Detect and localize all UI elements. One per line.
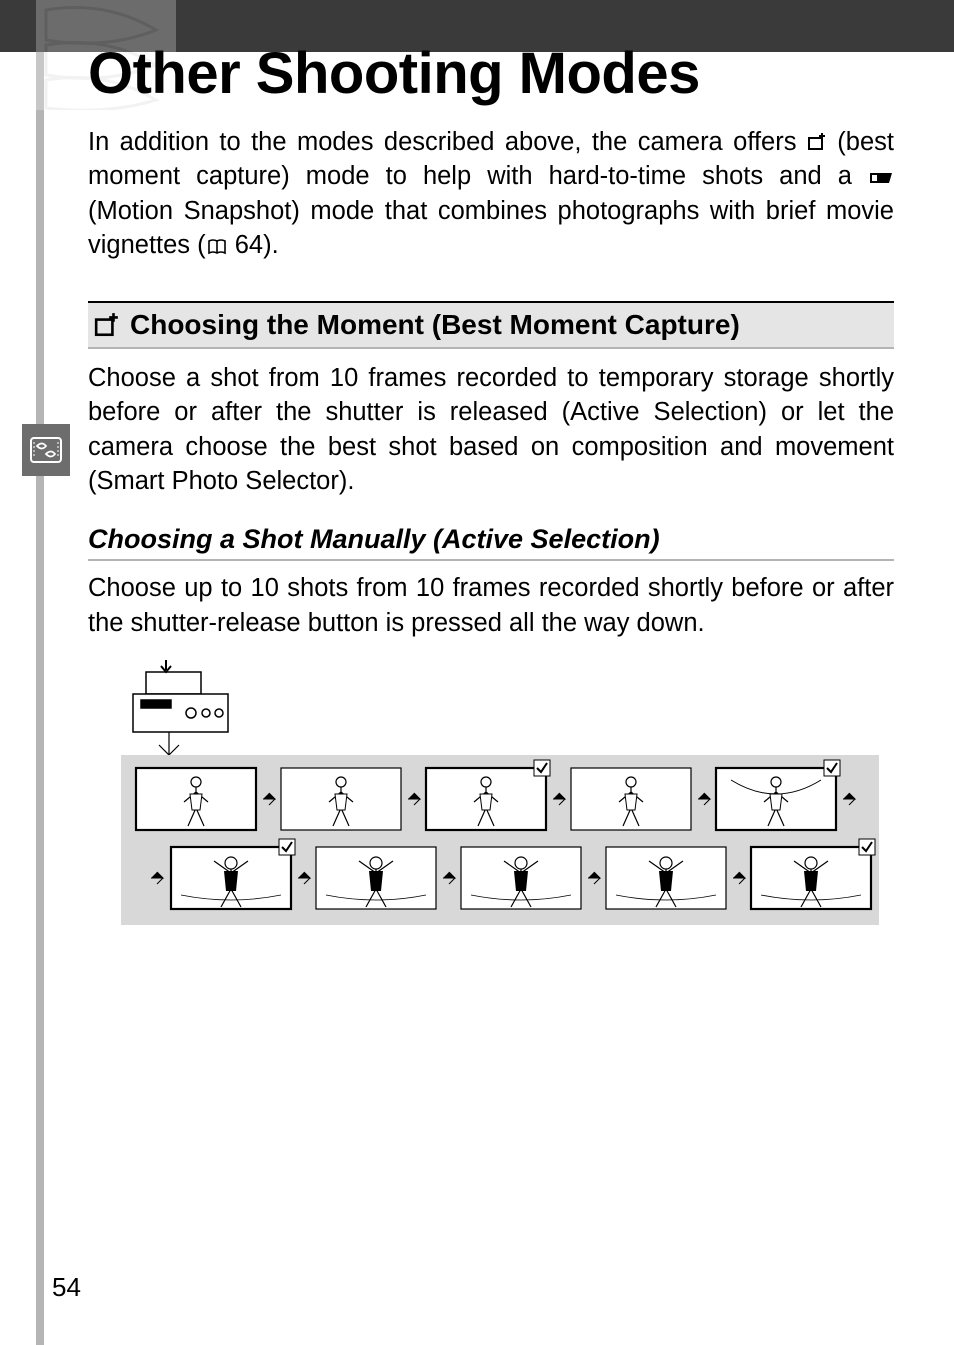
filmstrip-row-1 [136, 760, 855, 830]
page-number: 54 [52, 1272, 81, 1303]
camera-icon [133, 660, 228, 732]
side-tab [22, 424, 70, 476]
motion-snapshot-icon [868, 170, 894, 186]
page-ref-icon [206, 239, 228, 255]
filmstrip-row-2 [151, 839, 875, 909]
intro-text-1: In addition to the modes described above… [88, 128, 807, 156]
intro-text-4: 64). [228, 231, 279, 259]
best-moment-capture-icon [807, 132, 827, 152]
section-heading-bar: Choosing the Moment (Best Moment Capture… [88, 301, 894, 349]
subsection-body: Choose up to 10 shots from 10 frames rec… [88, 571, 894, 640]
subsection-heading-wrap: Choosing a Shot Manually (Active Selecti… [88, 524, 894, 561]
section-body: Choose a shot from 10 frames recorded to… [88, 361, 894, 499]
section-heading: Choosing the Moment (Best Moment Capture… [130, 309, 740, 341]
left-margin-strip [36, 52, 44, 1345]
subsection-heading: Choosing a Shot Manually (Active Selecti… [88, 524, 894, 555]
page-title: Other Shooting Modes [88, 40, 894, 107]
active-selection-diagram [88, 660, 894, 950]
best-moment-capture-icon [94, 312, 120, 338]
page-content: Other Shooting Modes In addition to the … [88, 40, 894, 955]
intro-paragraph: In addition to the modes described above… [88, 125, 894, 263]
mode-tab-icon [28, 432, 64, 468]
